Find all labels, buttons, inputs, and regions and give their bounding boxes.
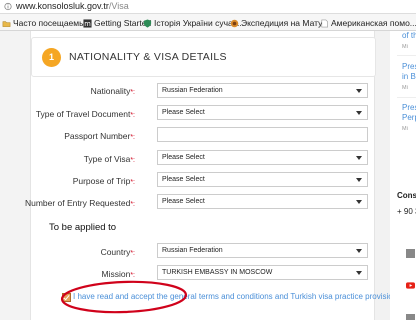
visa-type-label-text: Type of Visa	[83, 154, 131, 164]
url-path: /Visa	[108, 1, 129, 11]
section-header: 1 NATIONALITY & VISA DETAILS	[31, 37, 376, 77]
mission-label-text: Mission	[101, 269, 131, 279]
chevron-down-icon	[356, 111, 362, 115]
bookmark-label: Часто посещаемые	[13, 18, 90, 28]
chevron-down-icon	[356, 271, 362, 275]
required-marker: *:	[130, 157, 135, 164]
required-marker: *:	[130, 112, 135, 119]
chevron-down-icon	[356, 156, 362, 160]
page-icon	[321, 19, 328, 27]
visa-form-card: 1 NATIONALITY & VISA DETAILS Nationality…	[25, 31, 403, 320]
bookmark-most-visited[interactable]: Часто посещаемые	[2, 17, 90, 29]
entries-value: Please Select	[162, 198, 205, 205]
travel-document-label: Type of Travel Document*:	[36, 109, 135, 119]
chevron-down-icon	[356, 89, 362, 93]
news-item-meta: Mi	[402, 85, 408, 91]
chevron-down-icon	[356, 178, 362, 182]
country-value: Russian Federation	[162, 247, 223, 254]
news-item-title[interactable]: of th	[402, 31, 416, 40]
news-item-meta: Mi	[402, 126, 408, 132]
purpose-select[interactable]: Please Select	[157, 172, 368, 187]
mission-select[interactable]: TURKISH EMBASSY IN MOSCOW	[157, 265, 368, 280]
nationality-label-text: Nationality	[90, 86, 131, 96]
contact-phone: + 90 3	[397, 207, 416, 216]
passport-number-label-text: Passport Number	[64, 131, 131, 141]
required-marker: *:	[130, 134, 135, 141]
required-marker: *:	[130, 89, 135, 96]
section-title: NATIONALITY & VISA DETAILS	[69, 51, 227, 63]
country-label: Country*:	[101, 247, 135, 257]
url-host: www.konsolosluk.gov.tr	[16, 1, 109, 11]
country-select[interactable]: Russian Federation	[157, 243, 368, 258]
social-icon[interactable]	[406, 249, 415, 258]
passport-number-input[interactable]	[157, 127, 368, 142]
news-item-title[interactable]: Pres	[402, 62, 416, 71]
chevron-down-icon	[356, 249, 362, 253]
globe-icon	[230, 19, 239, 27]
url-text[interactable]: www.konsolosluk.gov.tr/Visa	[16, 1, 129, 11]
chevron-down-icon	[356, 200, 362, 204]
shield-icon	[143, 18, 152, 28]
red-annotation-circle	[60, 280, 188, 314]
visa-type-label: Type of Visa*:	[84, 154, 135, 164]
purpose-label-text: Purpose of Trip	[72, 176, 131, 186]
divider	[397, 97, 416, 98]
page-left-margin	[0, 31, 30, 320]
step-number-badge: 1	[42, 48, 61, 67]
svg-text:m: m	[84, 20, 91, 28]
address-bar[interactable]: www.konsolosluk.gov.tr/Visa	[0, 0, 416, 14]
entries-label: Number of Entry Requested*:	[25, 198, 135, 208]
bookmarks-bar: Часто посещаемые m Getting Started Істор…	[0, 14, 416, 31]
nationality-label: Nationality*:	[91, 86, 135, 96]
bookmark-history-ukraine[interactable]: Історія України сучас...	[143, 17, 244, 29]
travel-document-value: Please Select	[162, 109, 205, 116]
purpose-label: Purpose of Trip*:	[73, 176, 135, 186]
bookmark-american-help[interactable]: Американская помо...	[320, 17, 416, 29]
required-marker: *:	[130, 272, 135, 279]
travel-document-select[interactable]: Please Select	[157, 105, 368, 120]
nationality-select[interactable]: Russian Federation	[157, 83, 368, 98]
news-item-title[interactable]: in Bu	[402, 72, 416, 81]
folder-icon	[2, 20, 11, 27]
divider	[397, 55, 416, 56]
news-item-title[interactable]: Pres	[402, 103, 416, 112]
nationality-value: Russian Federation	[162, 87, 223, 94]
news-item-title[interactable]: Perp	[402, 113, 416, 122]
news-sidebar: of th Mi Pres in Bu Mi Pres Perp Mi Cons…	[390, 31, 416, 320]
bookmark-label: Экспедиция на Мату...	[241, 18, 329, 28]
contact-heading: Cons	[397, 191, 416, 200]
bookmark-label: Американская помо...	[331, 18, 416, 28]
required-marker: *:	[130, 201, 135, 208]
required-marker: *:	[130, 250, 135, 257]
bookmark-getting-started[interactable]: m Getting Started	[83, 17, 151, 29]
visa-type-value: Please Select	[162, 154, 205, 161]
youtube-icon[interactable]	[406, 281, 415, 290]
mission-label: Mission*:	[102, 269, 135, 279]
entries-select[interactable]: Please Select	[157, 194, 368, 209]
travel-document-label-text: Type of Travel Document	[35, 109, 131, 119]
social-icon[interactable]	[406, 314, 415, 320]
mozilla-icon: m	[83, 18, 92, 28]
visa-type-select[interactable]: Please Select	[157, 150, 368, 165]
country-label-text: Country	[100, 247, 131, 257]
applied-to-heading: To be applied to	[49, 222, 117, 233]
passport-number-label: Passport Number*:	[64, 131, 135, 141]
mission-value: TURKISH EMBASSY IN MOSCOW	[162, 269, 273, 276]
news-item-meta: Mi	[402, 44, 408, 50]
bookmark-expedition[interactable]: Экспедиция на Мату...	[230, 17, 329, 29]
purpose-value: Please Select	[162, 176, 205, 183]
info-icon[interactable]	[4, 2, 12, 11]
required-marker: *:	[130, 179, 135, 186]
entries-label-text: Number of Entry Requested	[24, 198, 131, 208]
